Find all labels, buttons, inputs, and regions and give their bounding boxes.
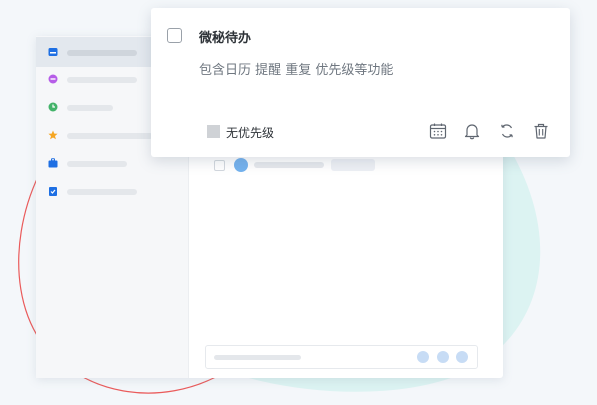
sidebar-item-6[interactable]	[36, 176, 188, 206]
sidebar-label-placeholder	[67, 105, 113, 111]
trash-icon[interactable]	[532, 122, 550, 140]
input-option-dot[interactable]	[456, 351, 468, 363]
task-checkbox[interactable]	[214, 160, 225, 171]
priority-swatch	[207, 125, 220, 138]
sidebar-label-placeholder	[67, 133, 153, 139]
task-row[interactable]	[214, 158, 414, 178]
priority-label: 无优先级	[226, 126, 275, 140]
todo-detail-card: 微秘待办 包含日历 提醒 重复 优先级等功能 无优先级	[151, 8, 570, 157]
add-task-input[interactable]	[205, 345, 478, 369]
task-complete-checkbox[interactable]	[167, 28, 182, 43]
clock-icon	[48, 102, 58, 112]
task-avatar	[234, 158, 248, 172]
sidebar-label-placeholder	[67, 189, 137, 195]
input-option-dot[interactable]	[417, 351, 429, 363]
sidebar-label-placeholder	[67, 50, 137, 56]
inbox-icon	[48, 48, 58, 56]
star-icon	[48, 130, 58, 140]
clipboard-check-icon	[49, 187, 57, 196]
sidebar-label-placeholder	[67, 77, 137, 83]
task-text-placeholder	[254, 162, 324, 168]
briefcase-icon	[48, 158, 58, 168]
input-placeholder-line	[214, 355, 301, 360]
bell-icon[interactable]	[463, 122, 481, 140]
task-description[interactable]: 包含日历 提醒 重复 优先级等功能	[199, 59, 393, 78]
input-option-dot[interactable]	[437, 351, 449, 363]
task-tag-placeholder	[331, 159, 375, 171]
calendar-icon[interactable]	[429, 122, 447, 140]
circle-plus-icon	[48, 74, 58, 84]
sidebar-label-placeholder	[67, 161, 127, 167]
repeat-icon[interactable]	[498, 122, 516, 140]
task-title[interactable]: 微秘待办	[199, 27, 251, 46]
